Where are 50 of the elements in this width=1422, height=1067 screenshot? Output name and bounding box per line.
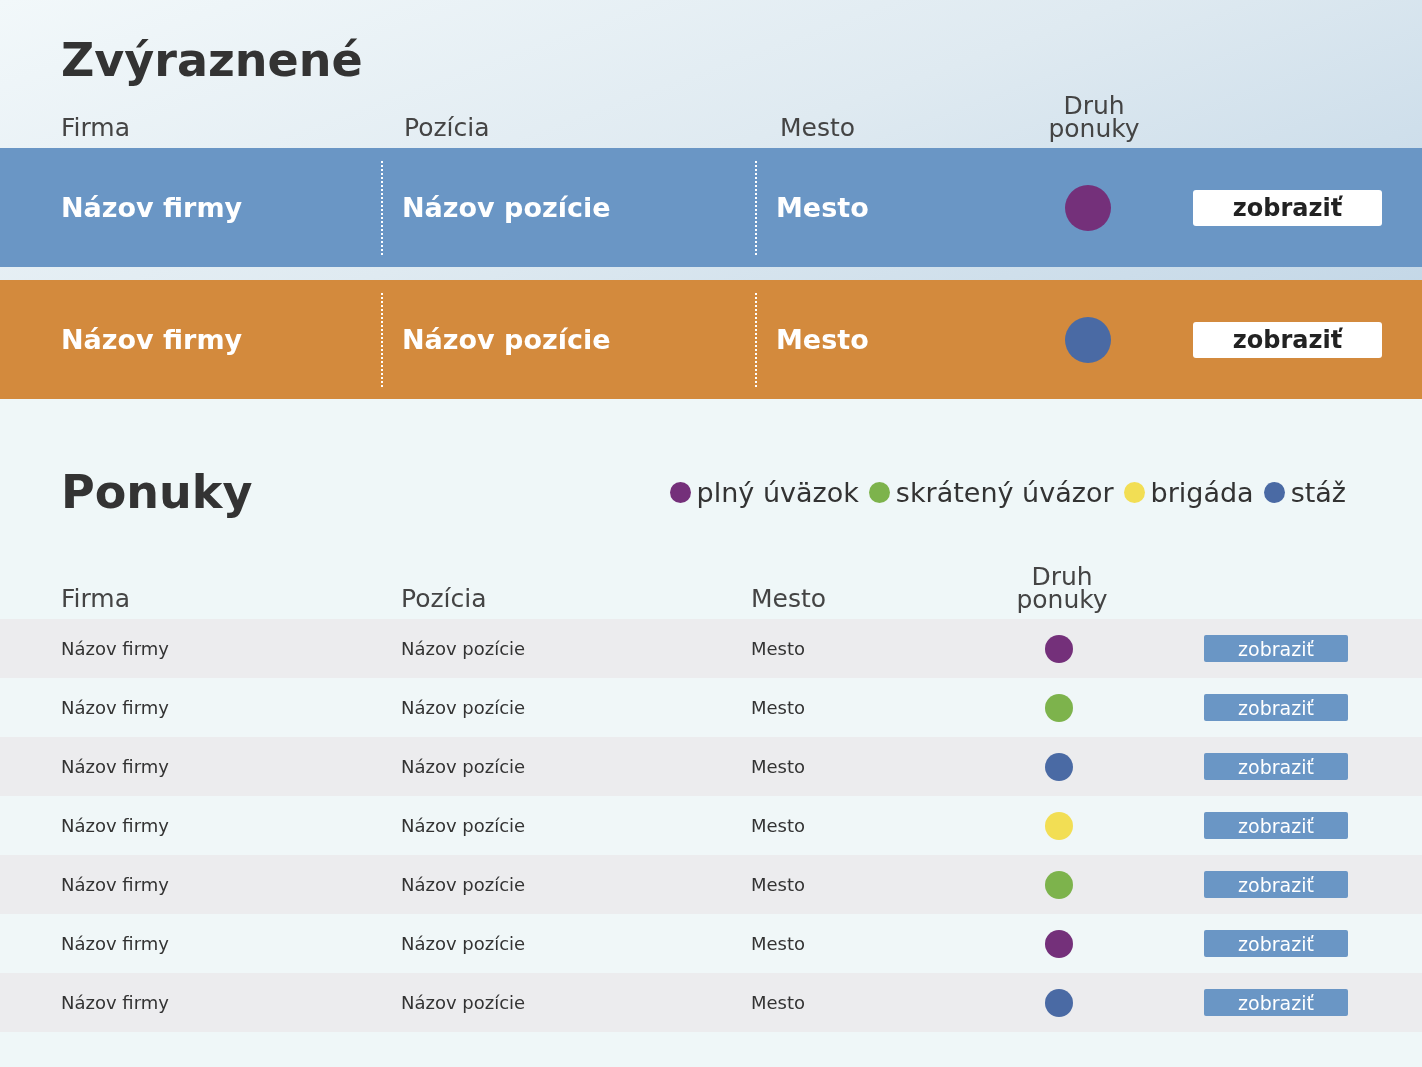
- column-header: Pozícia: [401, 587, 488, 611]
- column-header: Druh ponuky: [1015, 565, 1109, 611]
- view-button[interactable]: zobraziť: [1204, 694, 1348, 721]
- company-name: Názov firmy: [61, 933, 170, 954]
- position-name: Názov pozície: [381, 160, 755, 255]
- column-header: Mesto: [751, 587, 828, 611]
- position-name: Názov pozície: [401, 815, 527, 836]
- view-button[interactable]: zobraziť: [1204, 989, 1348, 1016]
- view-button[interactable]: zobraziť: [1193, 321, 1382, 358]
- view-button[interactable]: zobraziť: [1204, 930, 1348, 957]
- position-name: Názov pozície: [401, 874, 527, 895]
- company-name: Názov firmy: [61, 992, 170, 1013]
- legend-label: plný úväzok: [696, 476, 859, 508]
- position-name: Názov pozície: [401, 697, 527, 718]
- view-button[interactable]: zobraziť: [1204, 812, 1348, 839]
- city-name: Mesto: [751, 992, 807, 1013]
- city-name: Mesto: [755, 292, 1010, 387]
- view-button[interactable]: zobraziť: [1204, 753, 1348, 780]
- company-name: Názov firmy: [61, 697, 170, 718]
- company-name: Názov firmy: [61, 638, 170, 659]
- company-name: Názov firmy: [61, 323, 244, 357]
- company-name: Názov firmy: [61, 191, 244, 225]
- section-title: Zvýraznené: [60, 32, 364, 89]
- city-name: Mesto: [755, 160, 1010, 255]
- column-header: Pozícia: [404, 116, 491, 140]
- legend-label: skrátený úvázor: [895, 476, 1114, 508]
- position-name: Názov pozície: [381, 292, 755, 387]
- view-button[interactable]: zobraziť: [1204, 635, 1348, 662]
- view-button[interactable]: zobraziť: [1204, 871, 1348, 898]
- position-name: Názov pozície: [401, 933, 527, 954]
- position-name: Názov pozície: [401, 756, 527, 777]
- column-header: Mesto: [780, 116, 857, 140]
- column-header: Firma: [61, 587, 132, 611]
- city-name: Mesto: [751, 638, 807, 659]
- position-name: Názov pozície: [401, 638, 527, 659]
- city-name: Mesto: [751, 874, 807, 895]
- company-name: Názov firmy: [61, 815, 170, 836]
- city-name: Mesto: [751, 697, 807, 718]
- position-name: Názov pozície: [401, 992, 527, 1013]
- column-header: Firma: [61, 116, 132, 140]
- company-name: Názov firmy: [61, 874, 170, 895]
- column-header: Druh ponuky: [1047, 94, 1141, 140]
- legend-label: brigáda: [1150, 476, 1254, 508]
- city-name: Mesto: [751, 815, 807, 836]
- view-button[interactable]: zobraziť: [1193, 189, 1382, 226]
- legend-label: stáž: [1290, 476, 1346, 508]
- city-name: Mesto: [751, 933, 807, 954]
- section-title: Ponuky: [60, 464, 253, 521]
- company-name: Názov firmy: [61, 756, 170, 777]
- city-name: Mesto: [751, 756, 807, 777]
